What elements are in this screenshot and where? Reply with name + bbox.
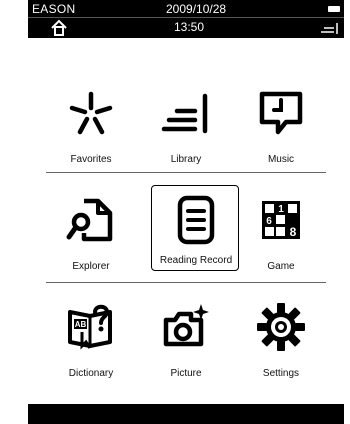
app-dictionary[interactable]: AB Dictionary xyxy=(46,292,136,402)
app-label: Picture xyxy=(170,368,202,379)
app-label: Explorer xyxy=(72,261,110,272)
app-label: Favorites xyxy=(70,154,112,165)
date-label: 2009/10/28 xyxy=(166,2,227,16)
gear-icon xyxy=(257,303,305,351)
bottom-bar xyxy=(28,404,344,424)
app-label: Library xyxy=(170,154,202,165)
app-picture[interactable]: Picture xyxy=(141,292,231,402)
app-label: Settings xyxy=(262,368,300,379)
app-label: Dictionary xyxy=(68,368,114,379)
app-label: Game xyxy=(267,261,295,272)
app-label: Reading Record xyxy=(159,255,233,266)
reading-record-icon xyxy=(177,195,215,245)
music-clock-icon xyxy=(259,91,303,135)
dictionary-icon: AB xyxy=(68,304,112,350)
search-document-icon xyxy=(66,198,113,242)
app-label: Music xyxy=(267,154,295,165)
svg-text:1: 1 xyxy=(278,204,284,215)
battery-icon xyxy=(328,6,340,12)
time-label: 13:50 xyxy=(174,20,205,34)
sudoku-grid-icon: 1 6 8 xyxy=(262,201,300,239)
device-screen: EASON 2009/10/28 13:50 Favorites Library… xyxy=(28,0,344,424)
library-lines-icon xyxy=(161,93,208,134)
row-divider xyxy=(46,172,326,173)
svg-text:6: 6 xyxy=(266,216,272,227)
app-explorer[interactable]: Explorer xyxy=(46,185,136,295)
status-bar: EASON 2009/10/28 13:50 xyxy=(28,0,344,38)
app-reading-record[interactable]: Reading Record xyxy=(151,185,239,271)
home-icon[interactable] xyxy=(50,19,68,37)
asterisk-icon xyxy=(69,91,113,135)
svg-text:AB: AB xyxy=(75,320,87,329)
app-settings[interactable]: Settings xyxy=(236,292,326,402)
brand-label: EASON xyxy=(32,2,76,16)
row-divider xyxy=(46,282,326,283)
camera-icon xyxy=(163,304,209,347)
menu-lines-icon[interactable] xyxy=(318,20,340,36)
svg-text:8: 8 xyxy=(290,225,297,239)
status-separator xyxy=(28,17,344,18)
app-game[interactable]: 1 6 8 Game xyxy=(236,185,326,295)
